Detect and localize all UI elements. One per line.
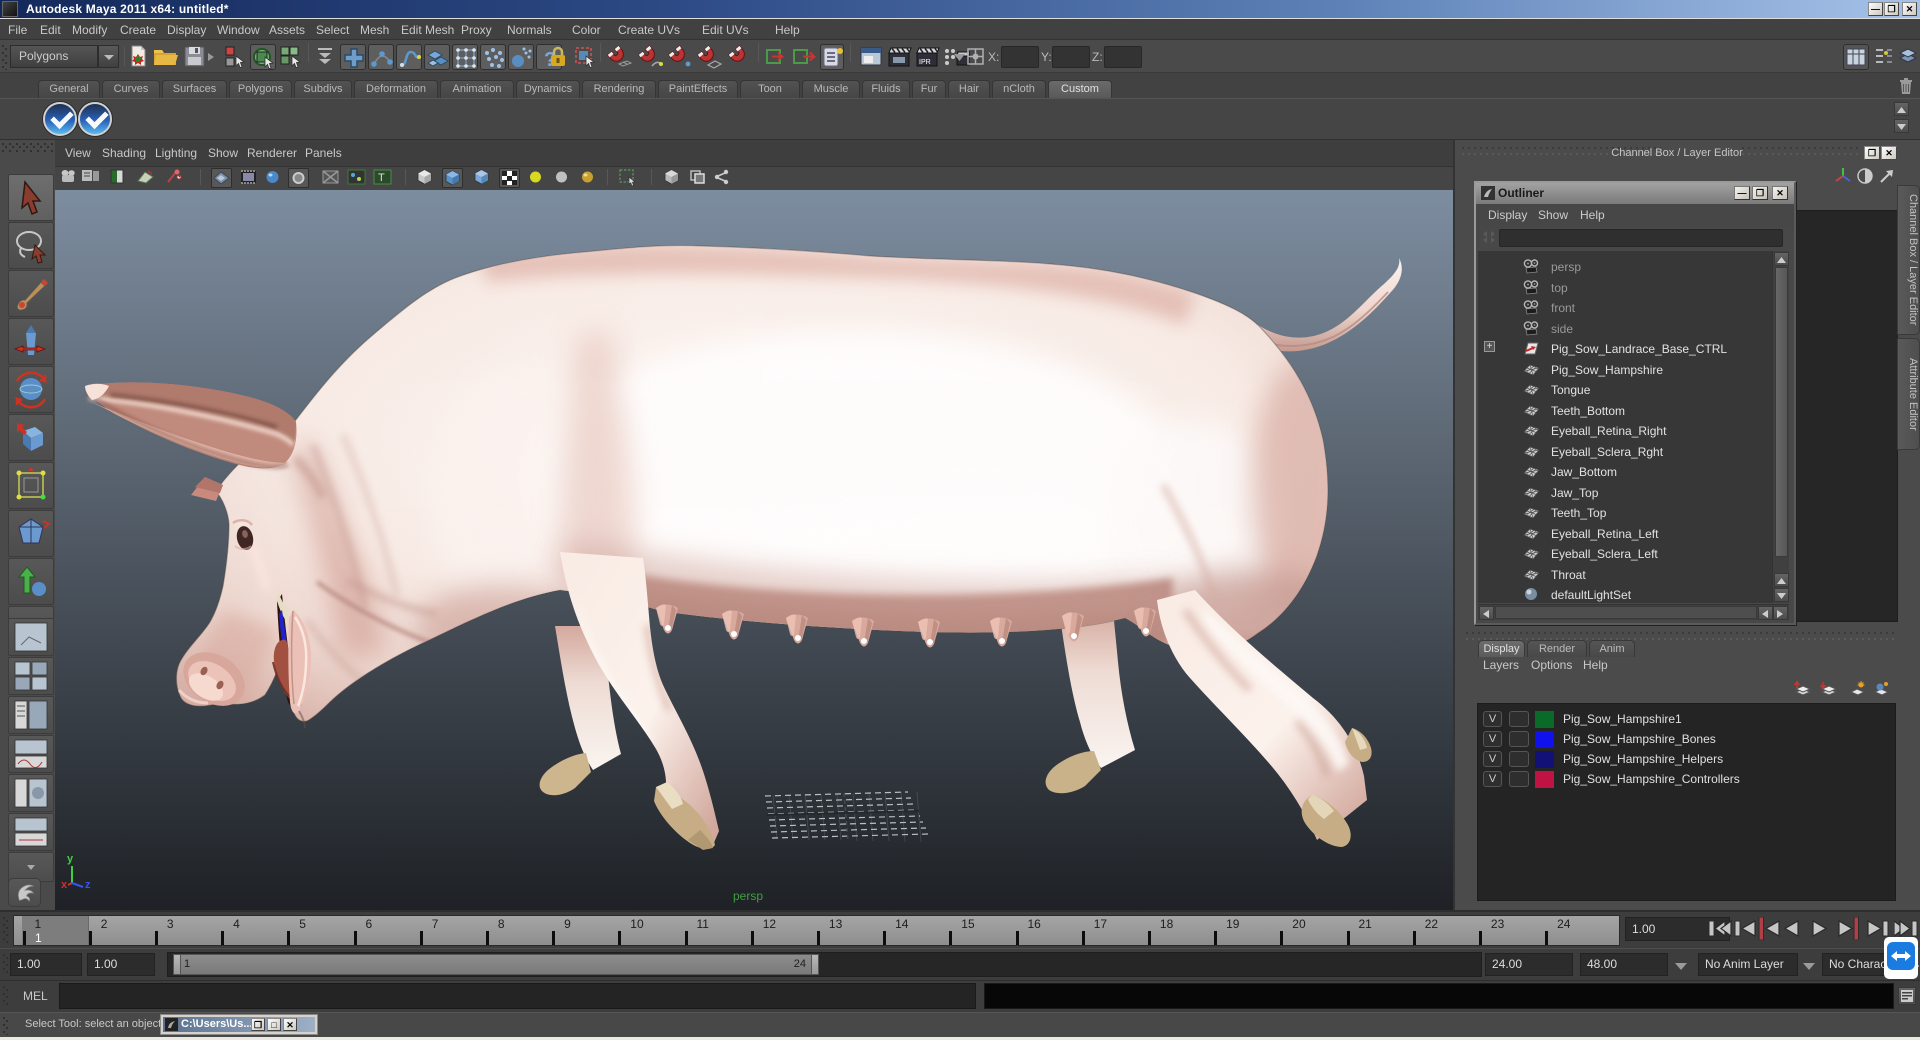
svg-text:T: T — [378, 172, 385, 184]
svg-text:persp: persp — [733, 889, 763, 903]
svg-text:y: y — [67, 853, 74, 865]
svg-text:z: z — [85, 879, 91, 891]
svg-text:x: x — [61, 879, 68, 891]
svg-text:IPR: IPR — [919, 59, 931, 66]
